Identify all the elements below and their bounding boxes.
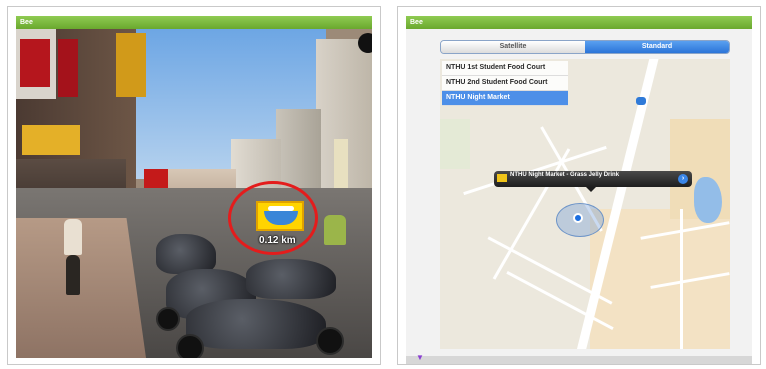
map-area (440, 119, 470, 169)
callout-title: NTHU Night Market - Grass Jelly Drink (510, 172, 620, 178)
map-pin-callout[interactable]: NTHU Night Market - Grass Jelly Drink › (494, 171, 692, 192)
ar-camera-screen: Bee 0.12 km (7, 6, 381, 365)
app-bar: Bee (406, 16, 752, 30)
poi-item[interactable]: NTHU 2nd Student Food Court (442, 76, 568, 91)
scooter-rider (324, 215, 346, 245)
shop-sign (20, 39, 50, 87)
camera-viewfinder: 0.12 km (16, 29, 372, 358)
info-disclosure-icon[interactable]: › (678, 174, 688, 184)
user-location-icon (573, 213, 583, 223)
pedestrian (66, 255, 80, 295)
bottom-toolbar (406, 356, 752, 364)
camera-overlay-dot (358, 33, 372, 53)
tab-satellite[interactable]: Satellite (441, 41, 585, 53)
map-screen: Bee Satellite Standard NTHU 1st Student … (397, 6, 761, 365)
app-title: Bee (20, 19, 33, 26)
shop-sign (22, 125, 80, 155)
app-title: Bee (410, 19, 423, 26)
pedestrian (64, 219, 82, 255)
poi-item-selected[interactable]: NTHU Night Market (442, 91, 568, 106)
parked-scooter (246, 259, 336, 299)
lake (694, 177, 722, 223)
shop-sign (116, 33, 146, 97)
tab-standard[interactable]: Standard (585, 41, 729, 53)
shop-sign (144, 169, 168, 189)
scooter-wheel (156, 307, 180, 331)
bowl-shape (264, 211, 298, 225)
parked-scooter (156, 234, 216, 274)
map-mode-segmented-control: Satellite Standard (440, 40, 730, 54)
poi-item[interactable]: NTHU 1st Student Food Court (442, 61, 568, 76)
toolbar-arrow-icon[interactable]: ▼ (416, 353, 424, 362)
ar-distance-label: 0.12 km (259, 235, 296, 246)
food-stall-icon[interactable] (256, 201, 304, 231)
scooter-wheel (316, 327, 344, 355)
shop-sign (334, 139, 348, 189)
route-shield-icon (636, 97, 646, 105)
app-bar: Bee (16, 16, 372, 30)
parked-scooter (186, 299, 326, 349)
food-thumbnail-icon (497, 174, 507, 182)
scooter-wheel (176, 334, 204, 358)
poi-dropdown-list: NTHU 1st Student Food Court NTHU 2nd Stu… (442, 61, 568, 106)
map-panel: Satellite Standard NTHU 1st Student Food… (406, 29, 752, 364)
map-road (680, 209, 683, 349)
shop-sign (58, 39, 78, 97)
